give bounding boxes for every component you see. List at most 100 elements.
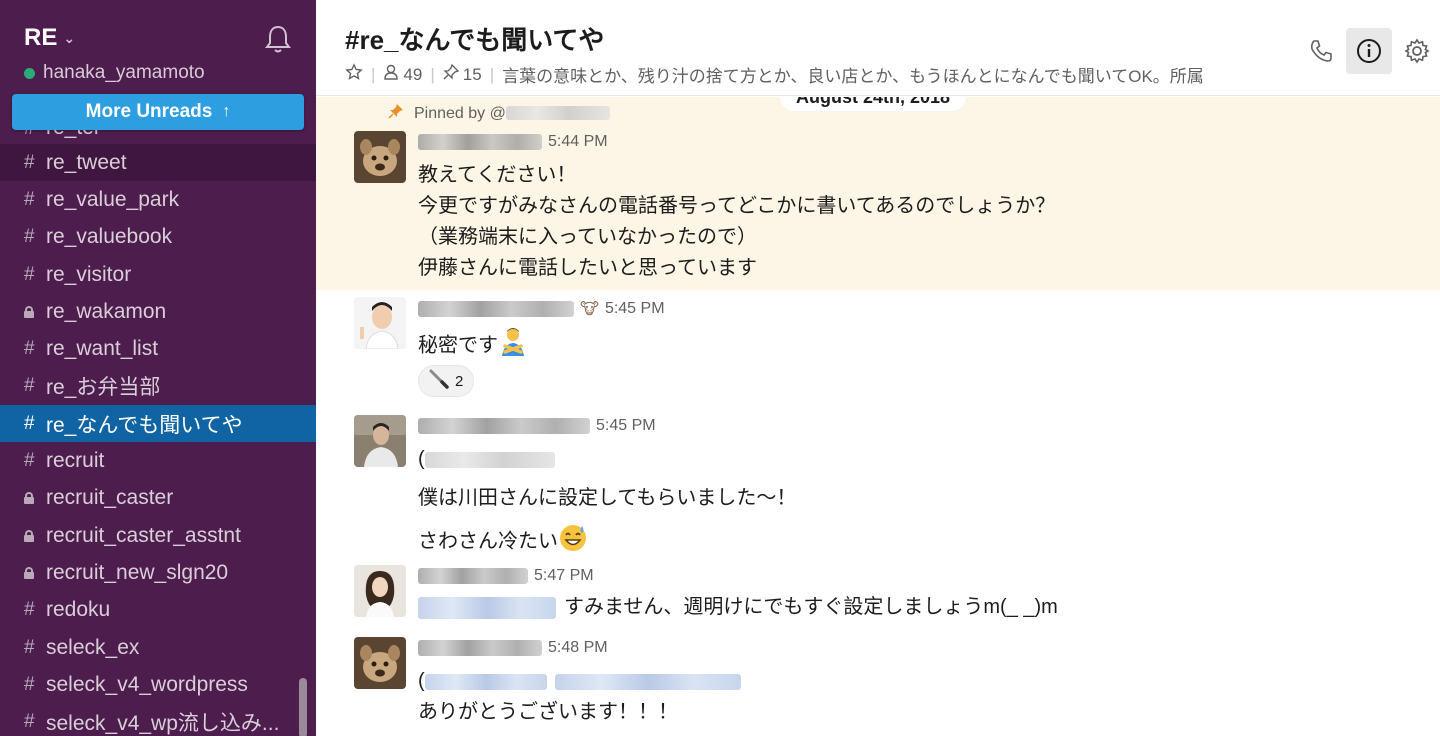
- channel-name: recruit_new_slgn20: [46, 560, 229, 584]
- redacted-mention[interactable]: [554, 673, 741, 690]
- channel-title[interactable]: #re_なんでも聞いてや: [345, 20, 604, 57]
- sidebar-item-recruit-new-slgn20[interactable]: recruit_new_slgn20: [0, 554, 316, 591]
- message-header: 5:45 PM: [418, 417, 656, 435]
- avatar[interactable]: [354, 637, 406, 689]
- header-actions: [1296, 28, 1440, 74]
- hash-icon: #: [24, 636, 35, 658]
- message-text: ( 僕は川田さんに設定してもらいました〜！ さわさん冷たい: [418, 444, 796, 562]
- sidebar-item-seleck-v4-wp[interactable]: # seleck_v4_wp流し込み...: [0, 703, 316, 736]
- info-icon[interactable]: [1346, 28, 1392, 74]
- lock-icon: [24, 566, 34, 579]
- message-text: すみません、週明けにでもすぐ設定しましょうm(_ _)m: [418, 592, 1058, 623]
- message-time[interactable]: 5:47 PM: [534, 567, 594, 585]
- sidebar-item-re-nandemo[interactable]: # re_なんでも聞いてや: [0, 405, 316, 443]
- channel-meta: | 49 | 15 | 言葉の意味とか、残り汁の捨て方とか、良い店とか、もうほん…: [345, 62, 1281, 87]
- redacted-username[interactable]: [418, 568, 528, 584]
- message-text: 秘密です: [418, 326, 528, 366]
- user-name: hanaka_yamamoto: [43, 62, 205, 83]
- sidebar-item-recruit[interactable]: # recruit: [0, 442, 316, 479]
- channel-name: re_お弁当部: [46, 376, 161, 400]
- channel-name: re_want_list: [46, 337, 159, 361]
- redacted-username[interactable]: [418, 301, 574, 317]
- redacted-mention[interactable]: [418, 596, 556, 619]
- pin-count[interactable]: 15: [463, 65, 482, 85]
- message-time[interactable]: 5:48 PM: [548, 639, 608, 657]
- sidebar-scrollbar[interactable]: [299, 678, 307, 736]
- message-line: （業務端末に入っていなかったので）: [418, 226, 757, 248]
- phone-icon[interactable]: [1298, 28, 1344, 74]
- hash-icon: #: [24, 450, 35, 472]
- pinned-by-text: Pinned by @: [414, 104, 506, 122]
- pin-icon: [443, 63, 459, 85]
- message-line: (: [418, 666, 741, 697]
- hash-icon: #: [24, 599, 35, 621]
- redacted-username[interactable]: [418, 134, 542, 150]
- current-user[interactable]: hanaka_yamamoto: [24, 62, 205, 84]
- sidebar-item-re-obento[interactable]: # re_お弁当部: [0, 368, 316, 405]
- member-count[interactable]: 49: [403, 65, 422, 85]
- message-pane: August 24th, 2018 Pinned by @ 5:44 PM 教え…: [316, 97, 1440, 736]
- message-line: ありがとうございます！！！: [418, 701, 678, 723]
- sidebar-item-seleck-ex[interactable]: # seleck_ex: [0, 629, 316, 666]
- date-divider[interactable]: August 24th, 2018: [780, 97, 967, 111]
- pinned-by-label: Pinned by @: [388, 103, 610, 124]
- sidebar-item-recruit-caster-asstnt[interactable]: recruit_caster_asstnt: [0, 517, 316, 554]
- message: 🐮 5:45 PM 秘密です 2: [354, 297, 1414, 407]
- sidebar-item-redoku[interactable]: # redoku: [0, 592, 316, 629]
- workspace-switcher[interactable]: RE ⌄: [24, 24, 75, 52]
- channel-name: re_value_park: [46, 187, 180, 211]
- sidebar-item-re-wakamon[interactable]: re_wakamon: [0, 293, 316, 330]
- channel-name: re_wakamon: [46, 299, 167, 323]
- message-line: 教えてください！: [418, 164, 577, 186]
- avatar[interactable]: [354, 565, 406, 617]
- sidebar-item-re-tweet[interactable]: # re_tweet: [0, 144, 316, 182]
- channel-name: seleck_v4_wordpress: [46, 672, 248, 696]
- message-header: 5:48 PM: [418, 639, 608, 657]
- message-text: 教えてください！ 今更ですがみなさんの電話番号ってどこかに書いてあるのでしょうか…: [418, 160, 1055, 284]
- sidebar-item-re-visitor[interactable]: # re_visitor: [0, 256, 316, 293]
- grinning-sweat-emoji-icon: [558, 522, 588, 562]
- message-line: 秘密です: [418, 334, 498, 357]
- arrow-up-icon: ↑: [222, 103, 231, 120]
- avatar[interactable]: [354, 415, 406, 467]
- message-line: すみません、週明けにでもすぐ設定しましょうm(_ _)m: [564, 596, 1058, 618]
- channel-name: recruit_caster: [46, 486, 174, 510]
- star-icon[interactable]: [345, 63, 363, 86]
- sidebar-item-recruit-caster[interactable]: recruit_caster: [0, 480, 316, 517]
- redacted-username[interactable]: [418, 640, 542, 656]
- bell-icon[interactable]: [264, 24, 292, 54]
- more-unreads-button[interactable]: More Unreads ↑: [12, 94, 304, 130]
- channel-name: re_visitor: [46, 262, 132, 286]
- channel-topic[interactable]: 言葉の意味とか、残り汁の捨て方とか、良い店とか、もうほんとになんでも聞いてOK。…: [502, 62, 1204, 87]
- message-time[interactable]: 5:45 PM: [596, 417, 656, 435]
- redacted-username[interactable]: [418, 418, 590, 434]
- reaction-knife[interactable]: 2: [418, 365, 475, 397]
- hash-icon: #: [24, 338, 35, 360]
- message-time[interactable]: 5:44 PM: [548, 133, 608, 151]
- pin-icon: [388, 103, 404, 124]
- lock-icon: [24, 305, 34, 318]
- redacted-mention[interactable]: [424, 451, 555, 468]
- channel-name: re_tweet: [46, 150, 127, 174]
- gear-icon[interactable]: [1394, 28, 1440, 74]
- sidebar-item-re-want-list[interactable]: # re_want_list: [0, 330, 316, 367]
- message-time[interactable]: 5:45 PM: [605, 300, 665, 318]
- hash-icon: #: [24, 263, 35, 285]
- avatar[interactable]: [354, 297, 406, 349]
- message-header: 5:47 PM: [418, 567, 594, 585]
- avatar[interactable]: [354, 131, 406, 183]
- channel-list: # re_tel # re_tweet # re_value_park # re_val…: [0, 114, 316, 736]
- message-line: 僕は川田さんに設定してもらいました〜！: [418, 487, 797, 509]
- hash-icon: #: [24, 673, 35, 695]
- presence-active-icon: [24, 67, 35, 79]
- sidebar-item-seleck-v4-wordpress[interactable]: # seleck_v4_wordpress: [0, 666, 316, 703]
- hash-icon: #: [24, 151, 35, 173]
- sidebar-item-re-valuebook[interactable]: # re_valuebook: [0, 219, 316, 256]
- message-line: 伊藤さんに電話したいと思っています: [418, 257, 757, 279]
- sidebar-item-re-value-park[interactable]: # re_value_park: [0, 181, 316, 218]
- message: 5:48 PM ( ありがとうございます！！！: [354, 637, 1414, 736]
- message-text: ( ありがとうございます！！！: [418, 666, 741, 728]
- hash-icon: #: [24, 375, 35, 397]
- reaction-count: 2: [455, 372, 464, 390]
- redacted-mention[interactable]: [424, 673, 547, 690]
